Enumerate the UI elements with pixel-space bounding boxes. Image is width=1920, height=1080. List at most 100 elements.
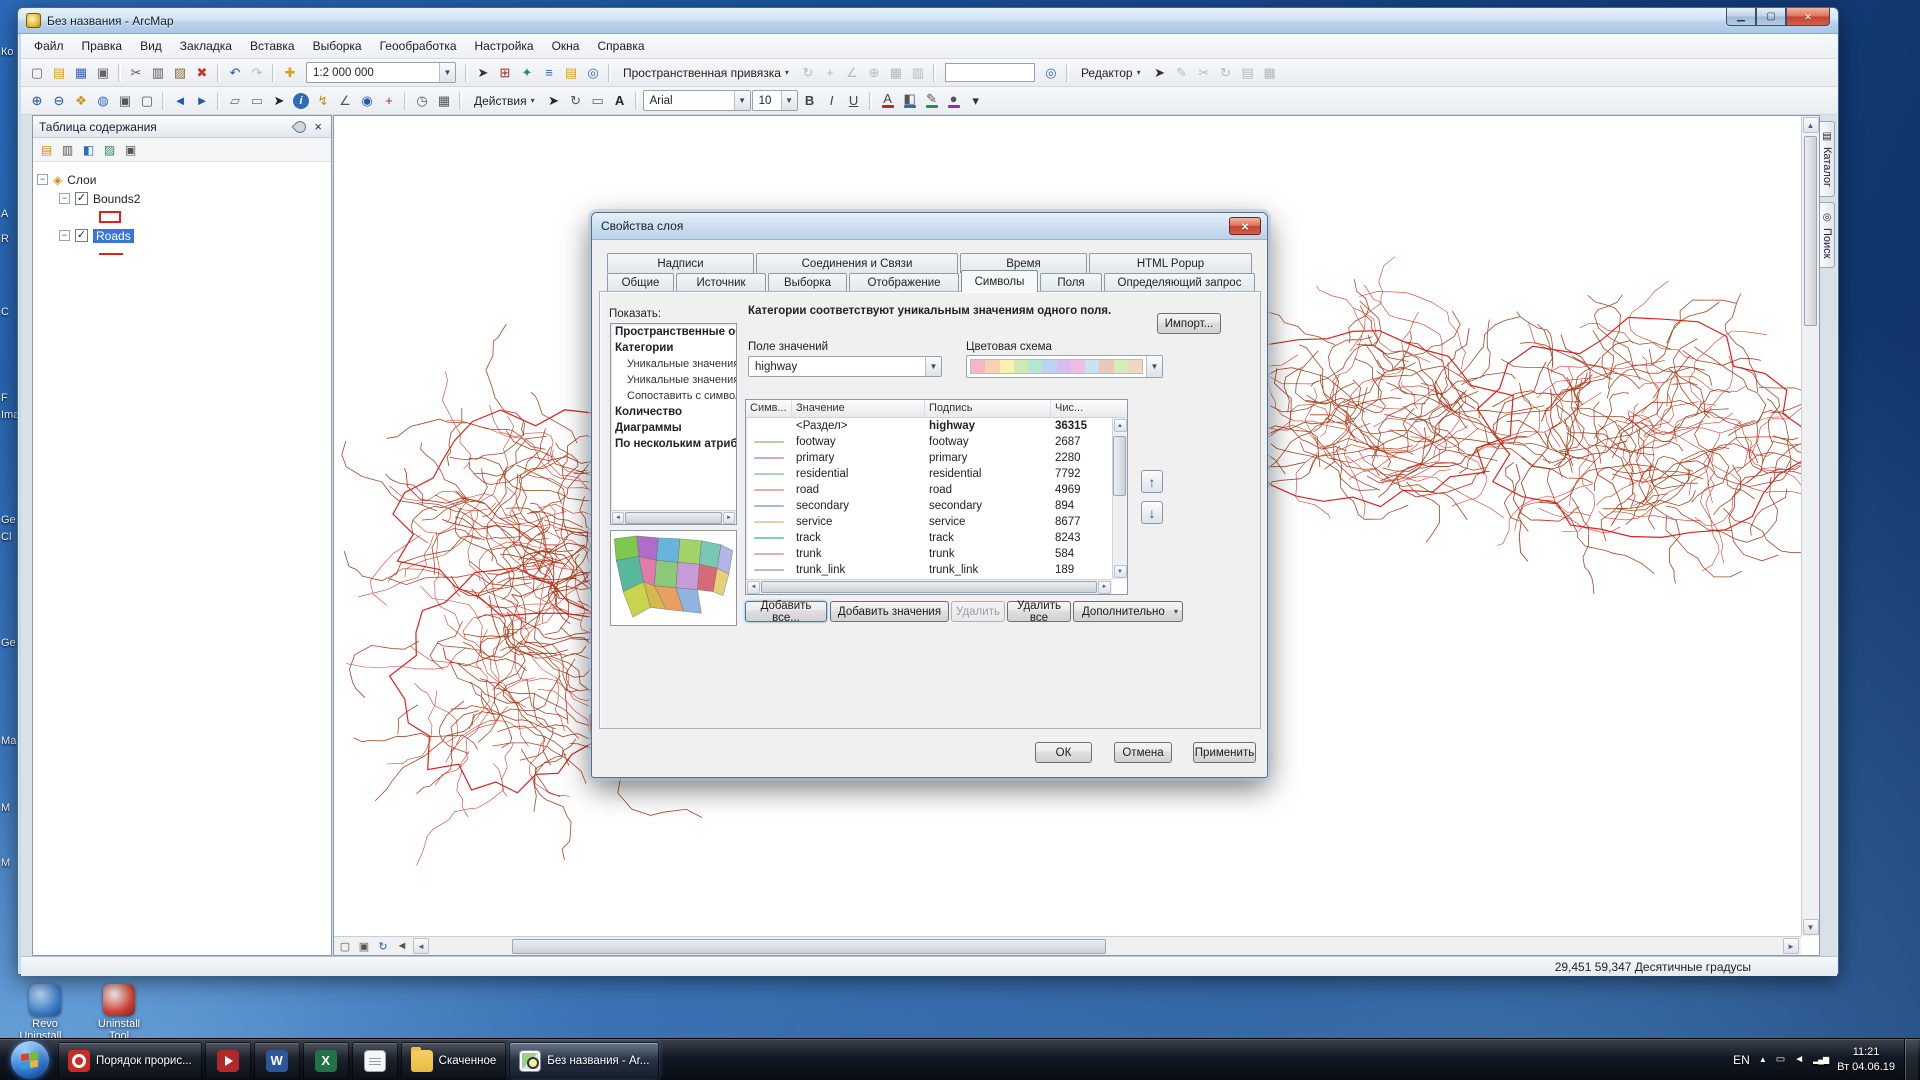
display-icon[interactable]: ▭	[1776, 1054, 1785, 1065]
collapse-icon[interactable]: −	[59, 193, 70, 204]
italic-icon[interactable]: I	[821, 90, 843, 112]
symbology-row[interactable]: residentialresidential7792	[746, 466, 1112, 482]
select-graphics-icon[interactable]: ➤	[268, 90, 290, 112]
zoom-out-icon[interactable]: ⊖	[48, 90, 70, 112]
desktop-icon[interactable]: RevoUninstall...	[10, 984, 80, 1042]
layout-view-icon[interactable]: ▣	[355, 938, 373, 954]
apply-button[interactable]: Применить	[1193, 742, 1256, 763]
column-label[interactable]: Подпись	[925, 400, 1051, 417]
undo-icon[interactable]: ↶	[224, 62, 246, 84]
symbology-row[interactable]: serviceservice8677	[746, 514, 1112, 530]
taskbar-button-notepad[interactable]	[352, 1042, 398, 1079]
taskbar-button-opera[interactable]: Порядок прорис...	[58, 1042, 202, 1079]
rotate-element-icon[interactable]: ↻	[565, 90, 587, 112]
select-features-icon[interactable]: ▱	[224, 90, 246, 112]
tab-HTML Popup[interactable]: HTML Popup	[1089, 253, 1252, 273]
list-by-drawing-order-icon[interactable]: ▤	[37, 140, 56, 159]
hidden-icons-icon[interactable]: ▲	[1759, 1055, 1767, 1064]
show-item[interactable]: Сопоставить с символами	[611, 388, 736, 404]
marker-color-icon[interactable]: ●	[943, 90, 965, 112]
map-scale-combo[interactable]: 1:2 000 000 ▼	[306, 62, 456, 83]
scroll-thumb[interactable]	[761, 581, 1097, 593]
horizontal-scroll-thumb[interactable]	[512, 939, 1106, 954]
scroll-left-icon[interactable]: ◄	[612, 512, 624, 524]
show-item[interactable]: Уникальные значения	[611, 356, 736, 372]
chevron-down-icon[interactable]: ▼	[781, 91, 797, 110]
font-combo[interactable]: Arial ▼	[643, 90, 751, 111]
horizontal-scroll-track[interactable]	[431, 939, 1781, 954]
language-indicator[interactable]: EN	[1733, 1053, 1750, 1067]
identify-icon[interactable]: i	[293, 93, 309, 109]
symbology-row[interactable]: primaryprimary2280	[746, 450, 1112, 466]
tab-Общие[interactable]: Общие	[607, 273, 674, 292]
menu-Файл[interactable]: Файл	[25, 36, 73, 56]
symbology-row[interactable]: roadroad4969	[746, 482, 1112, 498]
symbology-row[interactable]: footwayfootway2687	[746, 434, 1112, 450]
data-view-icon[interactable]: ▢	[336, 938, 354, 954]
python-window-icon[interactable]: ≡	[538, 62, 560, 84]
back-extent-icon[interactable]: ◄	[169, 90, 191, 112]
column-value[interactable]: Значение	[792, 400, 925, 417]
desktop-icon[interactable]: UninstallTool	[84, 984, 154, 1042]
symbology-row[interactable]: tracktrack8243	[746, 530, 1112, 546]
cut-icon[interactable]: ✂	[125, 62, 147, 84]
scroll-up-icon[interactable]: ▲	[1803, 117, 1819, 133]
clear-selection-icon[interactable]: ▭	[246, 90, 268, 112]
remove-all-button[interactable]: Удалить все	[1007, 601, 1071, 622]
collapse-icon[interactable]: −	[37, 174, 48, 185]
symbology-row[interactable]: trunktrunk584	[746, 546, 1112, 562]
vertical-scroll-thumb[interactable]	[1804, 136, 1817, 326]
menu-Правка[interactable]: Правка	[73, 36, 132, 56]
scroll-right-icon[interactable]: ►	[1098, 581, 1111, 594]
new-document-icon[interactable]: ▢	[26, 62, 48, 84]
add-values-button[interactable]: Добавить значения	[830, 601, 949, 622]
paste-icon[interactable]: ▨	[169, 62, 191, 84]
tab-Определяющий запрос[interactable]: Определяющий запрос	[1104, 273, 1255, 292]
actions-dropdown[interactable]: Действия ▾	[467, 90, 542, 112]
show-item[interactable]: По нескольким атрибутам	[611, 436, 736, 452]
dialog-close-button[interactable]: ×	[1229, 217, 1261, 235]
bounds2-symbol[interactable]	[99, 211, 121, 223]
menu-Окна[interactable]: Окна	[543, 36, 589, 56]
color-ramp-combo[interactable]: ▼	[966, 355, 1163, 378]
column-count[interactable]: Чис...	[1051, 400, 1127, 417]
close-button[interactable]: ×	[1786, 8, 1830, 26]
collapse-icon[interactable]: −	[59, 230, 70, 241]
show-item[interactable]: Диаграммы	[611, 420, 736, 436]
taskbar-button-arcmap[interactable]: Без названия - Ar...	[509, 1042, 659, 1079]
forward-extent-icon[interactable]: ►	[191, 90, 213, 112]
tab-Выборка[interactable]: Выборка	[768, 273, 847, 292]
tab-Отображение[interactable]: Отображение	[849, 273, 959, 292]
zoom-in-icon[interactable]: ⊕	[26, 90, 48, 112]
toc-layer-row[interactable]: − ✓ Roads	[37, 226, 327, 245]
search-tab[interactable]: ◎ Поиск	[1820, 202, 1835, 268]
print-icon[interactable]: ▣	[92, 62, 114, 84]
font-size-combo[interactable]: 10 ▼	[752, 90, 798, 111]
scroll-right-icon[interactable]: ►	[1783, 938, 1799, 954]
more-styles-icon[interactable]: ▾	[965, 90, 987, 112]
tab-Источник[interactable]: Источник	[676, 273, 766, 292]
menu-Закладка[interactable]: Закладка	[171, 36, 241, 56]
taskbar-button-media[interactable]	[205, 1042, 251, 1079]
scroll-left-icon[interactable]: ◄	[747, 581, 760, 594]
menu-Справка[interactable]: Справка	[588, 36, 653, 56]
add-data-icon[interactable]: ✚	[279, 62, 301, 84]
arc-toolbox-icon[interactable]: ⊞	[494, 62, 516, 84]
hyperlink-icon[interactable]: ↯	[312, 90, 334, 112]
show-desktop-button[interactable]	[1904, 1039, 1918, 1080]
catalog-window-icon[interactable]: ▤	[560, 62, 582, 84]
pin-icon[interactable]	[292, 118, 309, 135]
fixed-zoom-in-icon[interactable]: ▣	[114, 90, 136, 112]
new-rectangle-icon[interactable]: ▭	[587, 90, 609, 112]
open-folder-icon[interactable]: ▤	[48, 62, 70, 84]
toc-symbol-row[interactable]	[37, 245, 327, 263]
catalog-tab[interactable]: ▤ Каталог	[1820, 121, 1835, 197]
scroll-up-icon[interactable]: ▲	[1114, 419, 1127, 432]
map-vertical-scrollbar[interactable]: ▲ ▼	[1801, 116, 1819, 936]
toc-group-label[interactable]: Слои	[67, 173, 96, 187]
georeferencing-dropdown[interactable]: Пространственная привязка ▾	[616, 62, 796, 84]
list-by-selection-icon[interactable]: ▨	[100, 140, 119, 159]
show-item[interactable]: Категории	[611, 340, 736, 356]
tab-Символы[interactable]: Символы	[961, 270, 1038, 292]
layer-checkbox[interactable]: ✓	[75, 229, 88, 242]
